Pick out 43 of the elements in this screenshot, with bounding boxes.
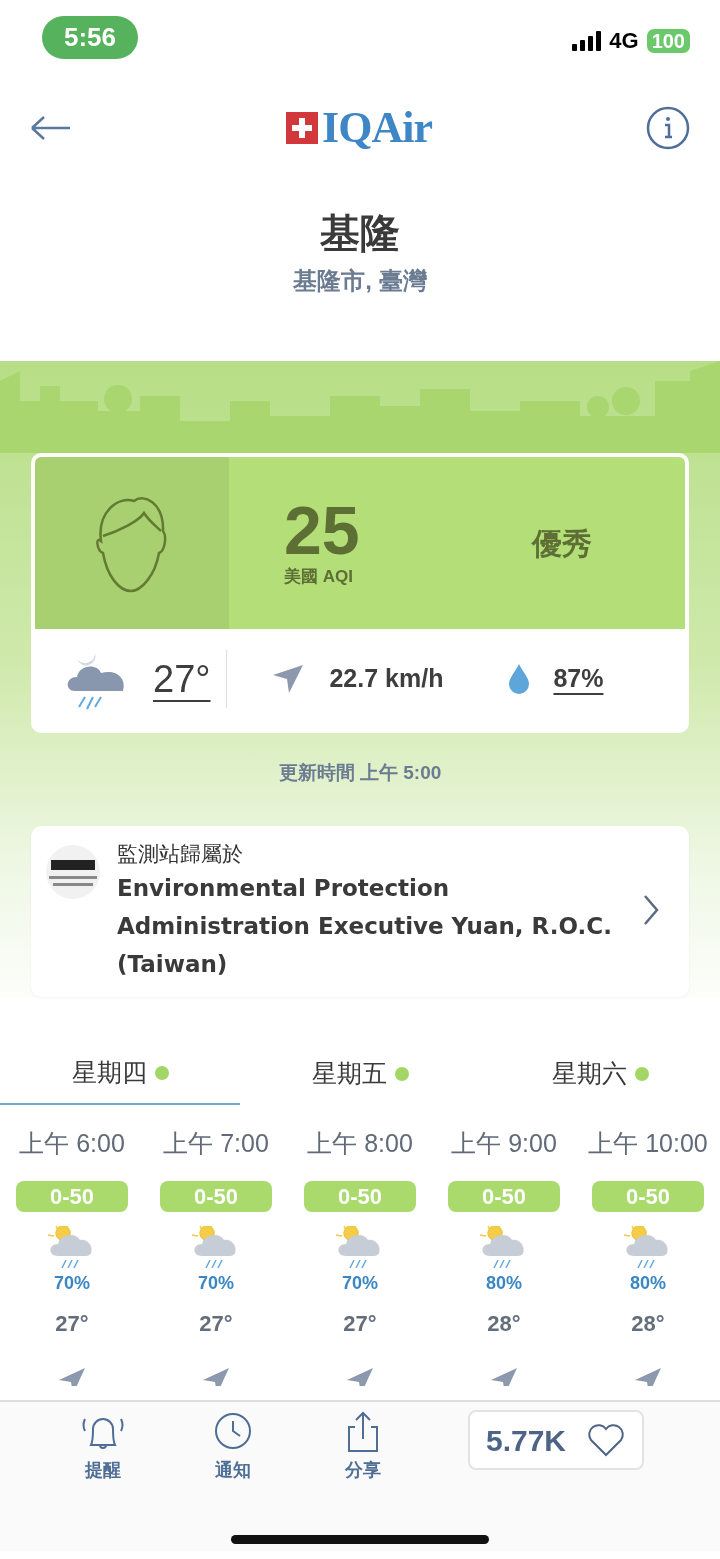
station-label: 監測站歸屬於 xyxy=(117,840,244,867)
rain-chance: 70% xyxy=(198,1271,234,1295)
rain-chance: 70% xyxy=(342,1271,378,1295)
hour-temperature: 28° xyxy=(487,1309,521,1338)
hour-time: 上午 9:00 xyxy=(451,1128,557,1159)
day-tab[interactable]: 星期六 xyxy=(480,1043,720,1105)
hour-time: 上午 8:00 xyxy=(307,1128,413,1159)
network-label: 4G xyxy=(609,27,639,55)
current-temperature[interactable]: 27° xyxy=(153,650,211,708)
rain-chance: 70% xyxy=(54,1271,90,1295)
aqi-unit: 美國 AQI xyxy=(284,566,354,589)
humidity-value[interactable]: 87% xyxy=(553,660,604,698)
hour-time: 上午 6:00 xyxy=(19,1128,125,1159)
hour-temperature: 27° xyxy=(343,1309,377,1338)
battery-level: 100 xyxy=(646,28,690,53)
aqi-range: 0-50 xyxy=(448,1180,560,1212)
update-time: 更新時間 上午 5:00 xyxy=(277,761,443,785)
aqi-value: 25 xyxy=(284,496,361,565)
region-name: 基隆市, 臺灣 xyxy=(292,266,428,296)
aqi-range: 0-50 xyxy=(304,1180,416,1212)
likes-button[interactable]: 5.77K xyxy=(468,1410,644,1470)
brand-logo: IQAir xyxy=(322,101,432,154)
aqi-range: 0-50 xyxy=(16,1180,128,1212)
toolbar-button[interactable]: 提醒 xyxy=(38,1410,168,1485)
toolbar-button[interactable]: 分享 xyxy=(298,1410,428,1485)
day-tab[interactable]: 星期五 xyxy=(240,1043,480,1105)
hour-time: 上午 7:00 xyxy=(163,1128,269,1159)
aqi-range: 0-50 xyxy=(160,1180,272,1212)
aqi-category: 優秀 xyxy=(532,525,592,562)
wind-speed: 22.7 km/h xyxy=(329,663,444,695)
rain-chance: 80% xyxy=(486,1271,522,1295)
day-tab[interactable]: 星期四 xyxy=(0,1043,240,1105)
rain-chance: 80% xyxy=(630,1271,666,1295)
hour-temperature: 27° xyxy=(55,1309,89,1338)
hour-temperature: 27° xyxy=(199,1309,233,1338)
status-time: 5:56 xyxy=(42,16,139,59)
station-owner: Environmental Protection Administration Executive Yuan, R.O.C. (Taiwan) xyxy=(117,874,613,979)
aqi-range: 0-50 xyxy=(592,1180,704,1212)
hour-time: 上午 10:00 xyxy=(588,1128,708,1159)
toolbar-button[interactable]: 通知 xyxy=(168,1410,298,1485)
station-card[interactable]: 監測站歸屬於 Environmental Protection Administration Executive Yuan, R.O.C. (Taiwan) xyxy=(31,825,689,997)
city-name: 基隆 xyxy=(319,210,401,257)
hour-temperature: 28° xyxy=(631,1309,665,1338)
